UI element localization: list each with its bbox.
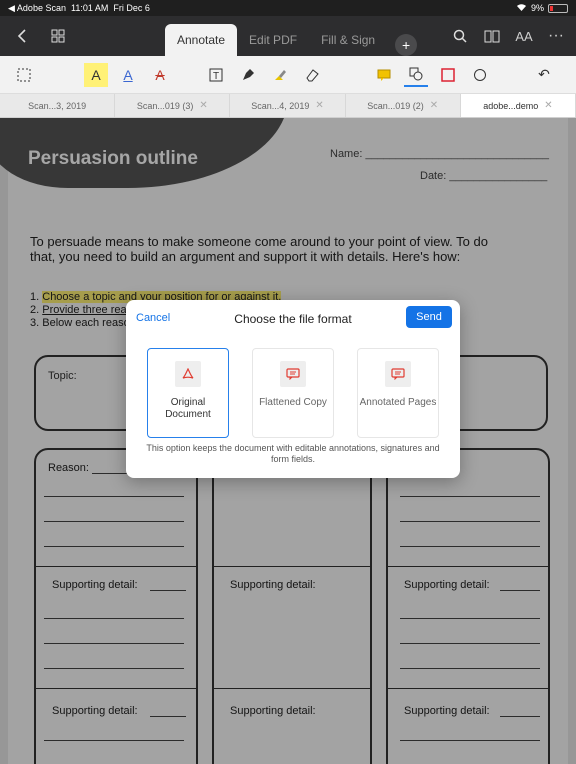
top-toolbar: Annotate Edit PDF Fill & Sign + AA ···: [0, 16, 576, 56]
option-label: Flattened Copy: [259, 397, 327, 408]
highlighter-icon[interactable]: [268, 63, 292, 87]
doc-tab-active[interactable]: adobe...demo ✕: [460, 94, 576, 117]
close-icon[interactable]: ✕: [430, 100, 438, 111]
shapes-icon[interactable]: [404, 63, 428, 87]
doc-tab-label: Scan...019 (2): [367, 100, 424, 111]
add-button[interactable]: +: [395, 34, 418, 56]
close-icon[interactable]: ✕: [315, 100, 323, 111]
doc-tab[interactable]: Scan...4, 2019 ✕: [230, 94, 346, 117]
send-button[interactable]: Send: [406, 306, 452, 328]
grid-icon[interactable]: [44, 22, 72, 50]
doc-tab[interactable]: Scan...019 (2) ✕: [346, 94, 461, 117]
option-label: Original Document: [165, 397, 211, 420]
doc-tab-label: Scan...4, 2019: [251, 100, 310, 111]
tab-annotate[interactable]: Annotate: [165, 24, 238, 56]
comment-icon: [280, 361, 306, 387]
select-icon[interactable]: [12, 63, 36, 87]
option-label: Annotated Pages: [359, 397, 437, 408]
document-tabs: Scan...3, 2019 Scan...019 (3) ✕ Scan...4,…: [0, 94, 576, 118]
doc-tab-label: adobe...demo: [483, 100, 539, 111]
font-size-icon[interactable]: AA: [510, 22, 538, 50]
cancel-button[interactable]: Cancel: [136, 312, 170, 324]
doc-tab[interactable]: Scan...3, 2019: [0, 94, 116, 117]
option-annotated-pages[interactable]: Annotated Pages: [357, 348, 439, 438]
battery-icon: [548, 3, 568, 13]
text-box-icon[interactable]: T: [204, 63, 228, 87]
underline-a-glyph: A: [123, 66, 133, 83]
option-flattened-copy[interactable]: Flattened Copy: [252, 348, 334, 438]
status-bar: ◀ Adobe Scan 11:01 AM Fri Dec 6 9%: [0, 0, 576, 16]
annotation-toolbar: A A A T ↶: [0, 56, 576, 94]
book-icon[interactable]: [478, 22, 506, 50]
comment-icon: [385, 361, 411, 387]
back-icon[interactable]: [8, 22, 36, 50]
underline-text-icon[interactable]: A: [116, 63, 140, 87]
rectangle-icon[interactable]: [436, 63, 460, 87]
close-icon[interactable]: ✕: [544, 100, 552, 111]
strikethrough-text-icon[interactable]: A: [148, 63, 172, 87]
svg-text:T: T: [213, 71, 219, 82]
strike-a-glyph: A: [155, 66, 165, 83]
undo-icon[interactable]: ↶: [532, 63, 556, 87]
status-app[interactable]: ◀ Adobe Scan: [8, 3, 66, 14]
search-icon[interactable]: [446, 22, 474, 50]
close-icon[interactable]: ✕: [199, 100, 207, 111]
tab-edit-pdf[interactable]: Edit PDF: [237, 24, 309, 56]
status-date: Fri Dec 6: [113, 3, 150, 13]
tab-fill-sign[interactable]: Fill & Sign: [309, 24, 387, 56]
eraser-icon[interactable]: [300, 63, 324, 87]
file-format-dialog: Choose the file format Cancel Send Origi…: [126, 300, 460, 478]
more-icon[interactable]: ···: [542, 22, 570, 50]
option-description: This option keeps the document with edit…: [146, 443, 440, 464]
comment-icon[interactable]: [372, 63, 396, 87]
wifi-icon: [516, 3, 527, 14]
ellipse-icon[interactable]: [468, 63, 492, 87]
mode-tabs: Annotate Edit PDF Fill & Sign +: [165, 16, 418, 56]
pdf-icon: [175, 361, 201, 387]
doc-tab-label: Scan...3, 2019: [28, 100, 87, 111]
pen-icon[interactable]: [236, 63, 260, 87]
battery-percent: 9%: [530, 3, 544, 13]
option-original-document[interactable]: Original Document: [147, 348, 229, 438]
status-time: 11:01 AM: [70, 3, 109, 13]
doc-tab-label: Scan...019 (3): [136, 100, 194, 111]
doc-tab[interactable]: Scan...019 (3) ✕: [115, 94, 231, 117]
highlight-text-icon[interactable]: A: [84, 62, 108, 87]
